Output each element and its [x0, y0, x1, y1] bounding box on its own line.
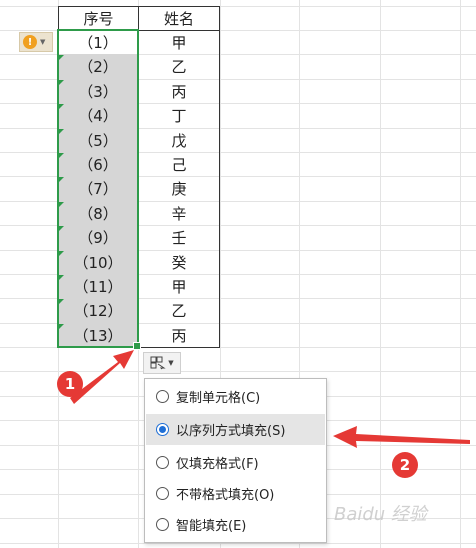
- watermark: Baidu 经验: [334, 504, 427, 525]
- arrow-2: [333, 426, 470, 448]
- annotation-badge-2: 2: [392, 452, 418, 478]
- annotation-badge-1: 1: [57, 371, 83, 397]
